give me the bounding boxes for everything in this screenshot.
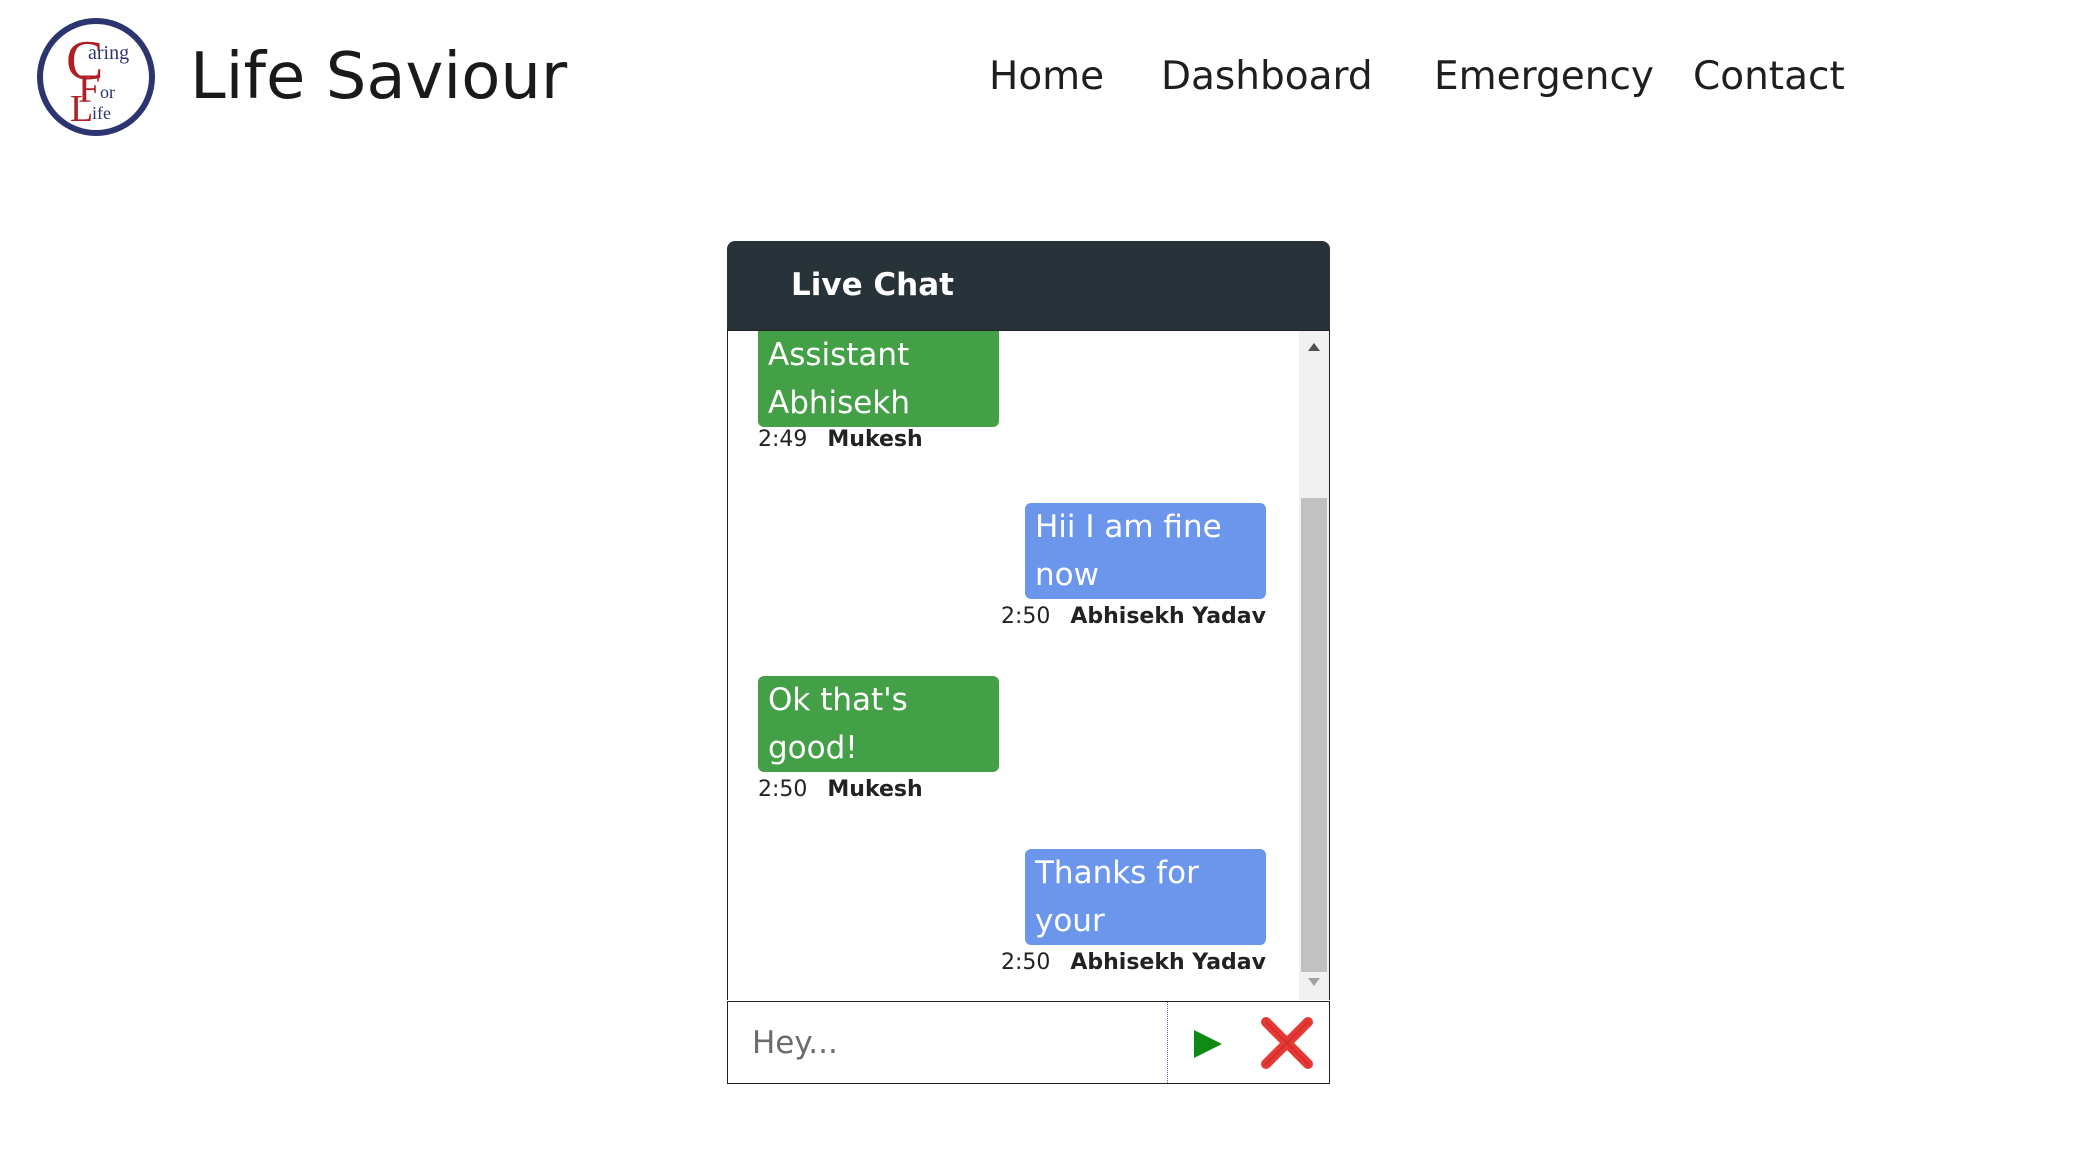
caring-for-life-logo[interactable]: C aring F or L ife: [36, 17, 156, 137]
svg-text:ife: ife: [92, 103, 111, 123]
send-play-icon[interactable]: [1194, 1030, 1222, 1058]
chat-message-sent: Thanks for your concern!! 2:50 Abhisekh Y…: [1001, 849, 1266, 987]
message-meta: 2:50 Abhisekh Yadav: [1001, 949, 1266, 977]
message-meta: 2:49 Mukesh: [758, 426, 923, 454]
chat-message-sent: Hii I am fine now 2:50 Abhisekh Yadav: [1001, 503, 1266, 635]
message-time: 2:50: [1000, 604, 1051, 629]
message-bubble: Ok that's good!: [758, 676, 999, 772]
chat-title: Live Chat: [791, 267, 954, 303]
message-author: Mukesh: [827, 777, 923, 802]
close-x-icon[interactable]: [1258, 1014, 1316, 1072]
svg-text:or: or: [100, 82, 115, 102]
message-meta: 2:50 Abhisekh Yadav: [1001, 603, 1266, 631]
chat-input-bar: [727, 1001, 1330, 1084]
scroll-down-arrow-icon[interactable]: [1308, 978, 1320, 986]
message-author: Abhisekh Yadav: [1070, 950, 1266, 975]
message-meta: 2:50 Mukesh: [758, 776, 923, 804]
site-header: C aring F or L ife Life Saviour Home Das…: [0, 0, 2081, 160]
live-chat-widget: Live Chat Assistant Abhisekh 2:49 Mukesh …: [727, 241, 1330, 1084]
message-bubble: Hii I am fine now: [1025, 503, 1266, 599]
message-bubble: Thanks for your concern!!: [1025, 849, 1266, 987]
chat-message-input[interactable]: [728, 1002, 1168, 1083]
message-time: 2:49: [758, 427, 808, 452]
site-brand-title[interactable]: Life Saviour: [190, 38, 567, 116]
chat-messages-area[interactable]: Assistant Abhisekh 2:49 Mukesh Hii I am f…: [727, 330, 1330, 1000]
nav-contact-link[interactable]: Contact: [1693, 52, 1845, 102]
nav-dashboard-link[interactable]: Dashboard: [1161, 52, 1373, 102]
scroll-up-arrow-icon[interactable]: [1308, 343, 1320, 351]
svg-text:aring: aring: [88, 42, 129, 64]
message-time: 2:50: [758, 777, 808, 802]
message-bubble: Assistant Abhisekh: [758, 331, 999, 427]
chat-scrollbar[interactable]: [1299, 331, 1329, 1000]
message-author: Mukesh: [827, 427, 923, 452]
chat-message-received: Ok that's good! 2:50 Mukesh: [758, 676, 999, 808]
svg-text:L: L: [70, 88, 93, 130]
chat-message-received: Assistant Abhisekh 2:49 Mukesh: [758, 331, 999, 471]
message-author: Abhisekh Yadav: [1070, 604, 1266, 629]
nav-home-link[interactable]: Home: [989, 52, 1104, 102]
chat-header: Live Chat: [727, 241, 1330, 330]
scrollbar-thumb[interactable]: [1301, 498, 1327, 972]
nav-emergency-link[interactable]: Emergency: [1434, 52, 1654, 102]
message-time: 2:50: [1000, 950, 1051, 975]
